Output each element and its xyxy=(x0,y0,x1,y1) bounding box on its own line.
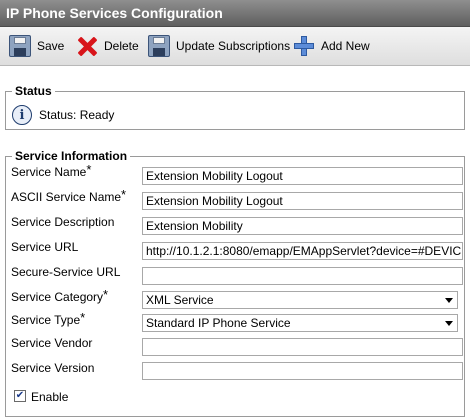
status-legend: Status xyxy=(15,84,52,98)
service-vendor-input[interactable] xyxy=(142,338,463,356)
add-plus-icon xyxy=(293,35,315,57)
delete-label: Delete xyxy=(104,39,139,53)
delete-x-icon xyxy=(76,35,98,57)
service-url-input[interactable]: http://10.1.2.1:8080/emapp/EMAppServlet?… xyxy=(142,242,463,260)
service-information-legend: Service Information xyxy=(15,149,128,163)
save-button[interactable]: Save xyxy=(9,27,64,65)
service-version-input[interactable] xyxy=(142,362,463,380)
update-subscriptions-button[interactable]: Update Subscriptions xyxy=(148,27,290,65)
service-url-label: Service URL xyxy=(11,240,79,254)
required-marker: * xyxy=(80,310,86,325)
service-description-label: Service Description xyxy=(11,215,115,229)
service-description-input[interactable]: Extension Mobility xyxy=(142,217,463,235)
required-marker: * xyxy=(86,162,92,177)
chevron-down-icon xyxy=(445,321,453,326)
delete-button[interactable]: Delete xyxy=(76,27,139,65)
service-type-select[interactable]: Standard IP Phone Service xyxy=(142,314,458,332)
secure-service-url-label: Secure-Service URL xyxy=(11,265,121,279)
info-icon: i xyxy=(12,105,32,125)
service-vendor-label: Service Vendor xyxy=(11,336,93,350)
secure-service-url-input[interactable] xyxy=(142,267,463,285)
floppy-disk-icon xyxy=(9,35,31,57)
service-name-label: Service Name* xyxy=(11,162,92,179)
add-new-label: Add New xyxy=(321,39,370,53)
save-label: Save xyxy=(37,39,65,53)
status-text: Status: Ready xyxy=(39,108,115,122)
service-category-label: Service Category* xyxy=(11,287,109,304)
toolbar: Save Delete Update Subscriptions Add New xyxy=(0,27,470,66)
update-subscriptions-label: Update Subscriptions xyxy=(176,39,291,53)
service-name-input[interactable]: Extension Mobility Logout xyxy=(142,167,463,185)
required-marker: * xyxy=(103,287,109,302)
checkmark-icon: ✔ xyxy=(15,390,25,401)
enable-checkbox[interactable]: ✔ xyxy=(14,390,26,402)
chevron-down-icon xyxy=(445,298,453,303)
status-panel: Status i Status: Ready xyxy=(5,84,465,130)
title-bar: IP Phone Services Configuration xyxy=(0,0,470,27)
page-title: IP Phone Services Configuration xyxy=(6,5,223,21)
required-marker: * xyxy=(121,187,127,202)
add-new-button[interactable]: Add New xyxy=(293,27,370,65)
service-version-label: Service Version xyxy=(11,361,95,375)
service-type-label: Service Type* xyxy=(11,310,86,327)
enable-label: Enable xyxy=(31,390,69,404)
service-category-value: XML Service xyxy=(146,293,214,307)
service-type-value: Standard IP Phone Service xyxy=(146,316,291,330)
service-category-select[interactable]: XML Service xyxy=(142,291,458,309)
floppy-disk-icon xyxy=(148,35,170,57)
ascii-service-name-input[interactable]: Extension Mobility Logout xyxy=(142,192,463,210)
ascii-service-name-label: ASCII Service Name* xyxy=(11,187,127,204)
